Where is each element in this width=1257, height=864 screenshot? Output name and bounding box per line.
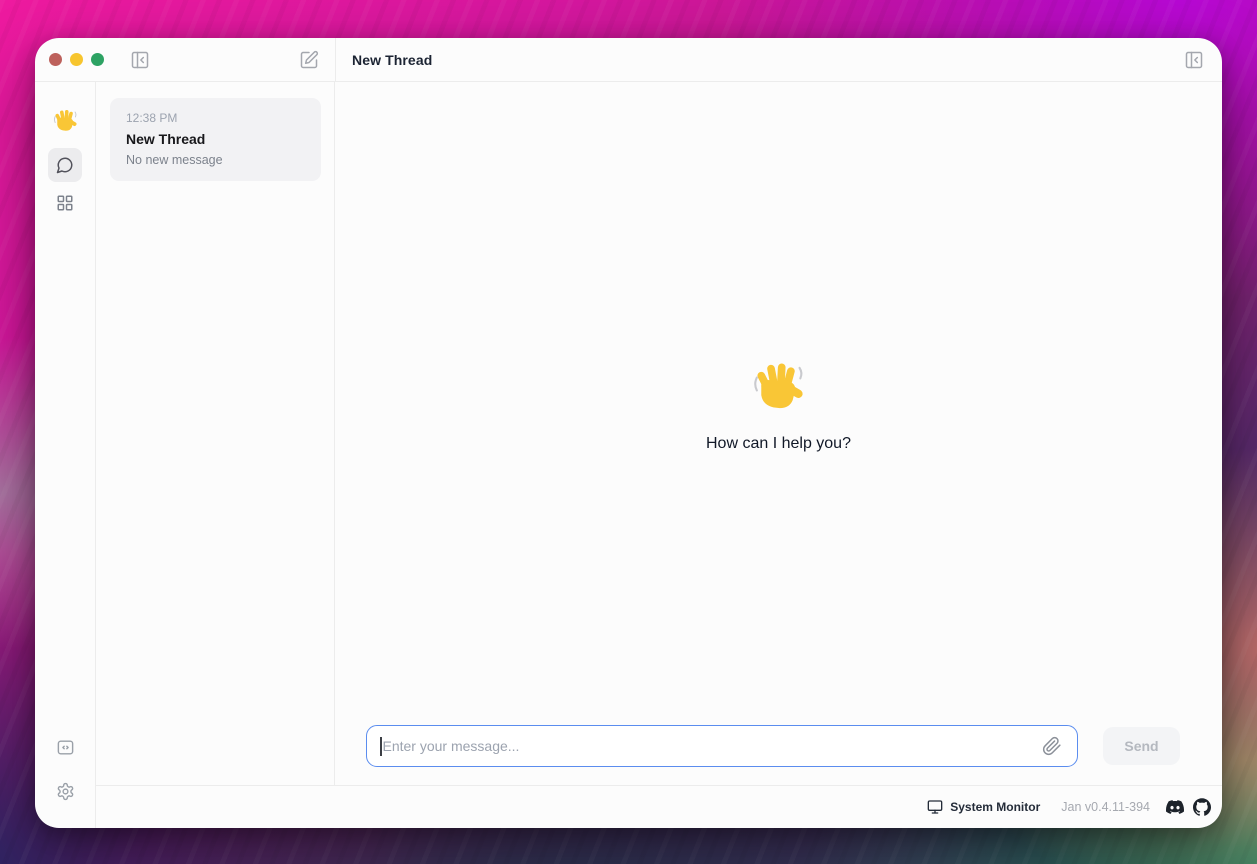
page-title: New Thread [352, 52, 432, 68]
minimize-window-button[interactable] [70, 53, 83, 66]
empty-thread-greeting: How can I help you? [335, 82, 1222, 725]
thread-time: 12:38 PM [126, 111, 305, 125]
grid-icon [56, 194, 74, 212]
compose-icon [299, 50, 319, 70]
right-column: 12:38 PM New Thread No new message How c… [96, 82, 1222, 828]
jan-app-window: New Thread [35, 38, 1222, 828]
system-monitor-label: System Monitor [950, 800, 1040, 814]
attach-file-button[interactable] [1040, 734, 1064, 758]
rail-bottom [48, 730, 82, 808]
wave-logo-icon [52, 106, 79, 133]
collapse-left-panel-button[interactable] [128, 48, 152, 72]
titlebar-left [35, 38, 335, 81]
thread-list-item[interactable]: 12:38 PM New Thread No new message [110, 98, 321, 181]
rail-item-local-api-server[interactable] [48, 730, 82, 764]
gear-icon [56, 782, 75, 801]
status-footer: System Monitor Jan v0.4.11-394 [96, 785, 1222, 828]
github-icon [1193, 798, 1211, 816]
greeting-text: How can I help you? [706, 435, 851, 453]
system-monitor-button[interactable]: System Monitor [927, 799, 1040, 815]
close-window-button[interactable] [49, 53, 62, 66]
text-caret [380, 737, 382, 756]
content-row: 12:38 PM New Thread No new message How c… [96, 82, 1222, 785]
discord-link[interactable] [1166, 798, 1184, 816]
titlebar: New Thread [35, 38, 1222, 82]
rail-item-settings[interactable] [48, 774, 82, 808]
chat-main: How can I help you? Send [335, 82, 1222, 785]
app-version: Jan v0.4.11-394 [1061, 800, 1150, 814]
message-input-container [366, 725, 1078, 767]
paperclip-icon [1042, 736, 1062, 756]
monitor-icon [927, 799, 943, 815]
message-input-row: Send [335, 725, 1222, 785]
app-body: 12:38 PM New Thread No new message How c… [35, 82, 1222, 828]
toggle-right-panel-button[interactable] [1182, 48, 1206, 72]
github-link[interactable] [1193, 798, 1211, 816]
thread-list: 12:38 PM New Thread No new message [96, 82, 335, 785]
chat-bubble-icon [56, 156, 74, 174]
titlebar-main: New Thread [335, 38, 1222, 81]
social-links [1166, 798, 1211, 816]
traffic-lights [49, 53, 104, 66]
rail-item-hub[interactable] [48, 186, 82, 220]
code-square-icon [56, 738, 75, 757]
waving-hand-emoji [750, 355, 808, 413]
maximize-window-button[interactable] [91, 53, 104, 66]
thread-subtitle: No new message [126, 153, 305, 167]
rail-item-threads[interactable] [48, 148, 82, 182]
send-button[interactable]: Send [1103, 727, 1180, 765]
discord-icon [1166, 798, 1184, 816]
panel-right-icon [1184, 50, 1204, 70]
panel-left-close-icon [130, 50, 150, 70]
thread-title: New Thread [126, 131, 305, 147]
new-thread-button[interactable] [297, 48, 321, 72]
left-rail [35, 82, 96, 828]
message-input[interactable] [383, 738, 1041, 754]
